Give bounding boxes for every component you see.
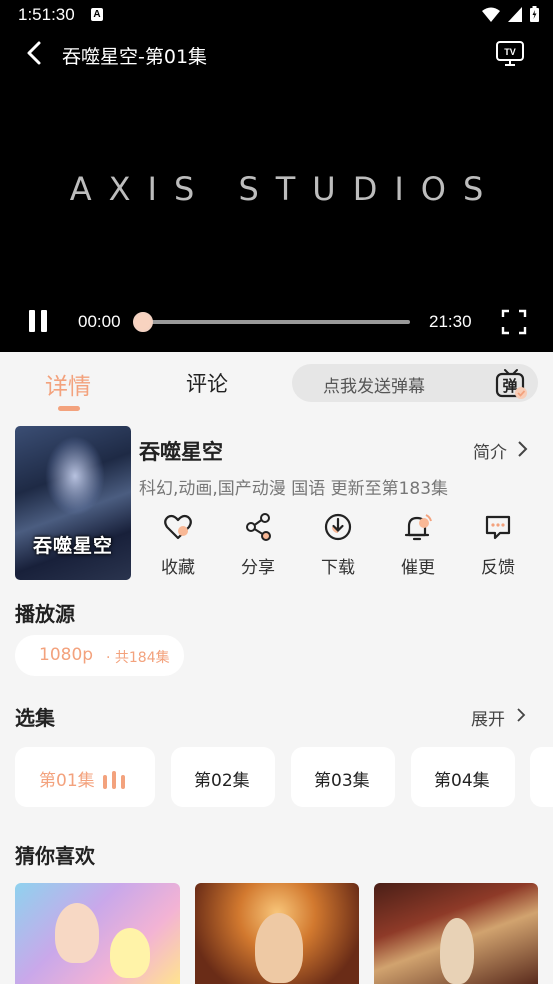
recommend-card[interactable] [15,883,180,984]
source-quality: 1080p [39,645,94,665]
danmaku-input[interactable]: 点我发送弹幕 弹 [292,364,538,402]
action-row: 收藏 分享 下载 催更 反馈 [139,512,539,582]
notification-badge: A [91,8,103,21]
battery-icon [530,6,539,22]
status-bar: 1:51:30 A [0,0,553,32]
source-title: 播放源 [15,602,75,626]
recommend-title: 猜你喜欢 [15,844,95,868]
share-button[interactable]: 分享 [228,512,288,578]
playing-indicator-icon [103,771,133,789]
action-label: 反馈 [481,558,515,578]
source-chip[interactable]: 1080p · 共184集 [15,635,184,676]
tab-indicator [58,406,80,411]
episode-label: 第04集 [434,771,490,791]
favorite-button[interactable]: 收藏 [148,512,208,578]
heart-icon [164,514,192,540]
feedback-icon [485,515,511,540]
action-label: 收藏 [161,558,195,578]
episodes-title: 选集 [15,706,55,730]
episode-item[interactable]: 第04集 [411,747,515,807]
tab-comments[interactable]: 评论 [186,368,228,398]
bell-icon [404,514,432,541]
video-watermark: AXIS STUDIOS [69,170,501,208]
show-meta: 科幻,动画,国产动漫 国语 更新至第183集 [139,479,449,499]
fullscreen-icon[interactable] [501,309,527,335]
chevron-right-icon[interactable] [514,440,530,458]
action-label: 催更 [401,558,435,578]
show-title: 吞噬星空 [139,440,223,464]
source-count: · 共184集 [106,650,170,666]
svg-text:TV: TV [504,47,516,57]
total-time: 21:30 [429,312,472,331]
cast-tv-icon[interactable]: TV [495,38,525,68]
action-label: 分享 [241,558,275,578]
episode-label: 第03集 [314,771,370,791]
recommend-card[interactable] [195,883,359,984]
action-label: 下载 [321,558,355,578]
tab-bar: 详情 评论 点我发送弹幕 弹 [0,352,553,414]
episode-label: 第02集 [194,771,250,791]
chevron-right-icon[interactable] [514,706,528,724]
status-time: 1:51:30 [18,5,75,24]
show-poster[interactable]: 吞噬星空 [15,426,131,580]
wifi-icon [482,7,500,22]
intro-link[interactable]: 简介 [473,438,507,463]
seek-thumb[interactable] [133,312,153,332]
poster-title: 吞噬星空 [33,535,114,557]
feedback-button[interactable]: 反馈 [468,512,528,578]
urge-update-button[interactable]: 催更 [388,512,448,578]
danmaku-toggle-icon[interactable]: 弹 [494,366,528,400]
player-controls: 00:00 21:30 [0,304,553,340]
signal-icon [508,6,522,22]
video-player[interactable]: 1:51:30 A 吞噬星空-第01集 TV AXIS STUDIOS 00:0… [0,0,553,352]
tab-details[interactable]: 详情 [45,367,91,401]
episode-label: 第01集 [39,771,95,791]
current-time: 00:00 [78,312,121,331]
episode-item[interactable]: 第01集 [15,747,155,807]
video-title: 吞噬星空-第01集 [62,46,208,68]
recommend-card[interactable] [374,883,538,984]
episode-item[interactable]: 第03集 [291,747,395,807]
back-icon[interactable] [22,40,48,66]
seek-bar[interactable] [142,320,410,324]
danmaku-placeholder: 点我发送弹幕 [323,377,425,397]
download-icon [324,513,352,541]
episode-item[interactable]: 第02集 [171,747,275,807]
share-icon [246,513,271,541]
pause-icon[interactable] [26,308,50,334]
episode-item-partial[interactable] [530,747,553,807]
expand-link[interactable]: 展开 [471,705,505,730]
download-button[interactable]: 下载 [308,512,368,578]
